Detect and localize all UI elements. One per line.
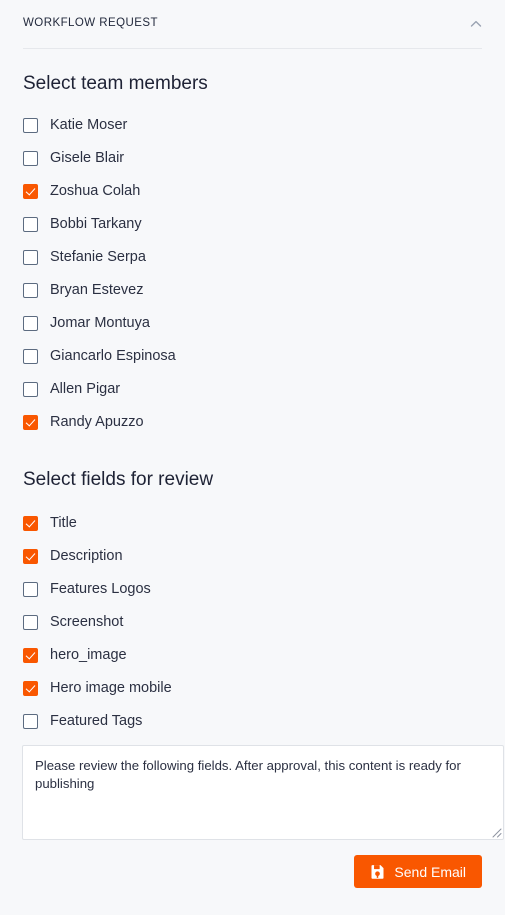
checkbox-unchecked-icon[interactable] — [23, 315, 38, 331]
checkbox-checked-icon[interactable] — [23, 680, 38, 696]
checkbox-checked-icon[interactable] — [23, 647, 38, 663]
team-member-row[interactable]: Zoshua Colah — [23, 175, 482, 208]
checkbox-unchecked-icon[interactable] — [23, 713, 38, 729]
save-icon — [370, 864, 385, 879]
team-member-row[interactable]: Stefanie Serpa — [23, 241, 482, 274]
chevron-up-icon — [469, 17, 483, 31]
checkbox-unchecked-icon[interactable] — [23, 150, 38, 166]
team-member-label: Allen Pigar — [50, 381, 121, 398]
review-field-label: Title — [50, 514, 77, 531]
team-member-row[interactable]: Bryan Estevez — [23, 274, 482, 307]
checkbox-unchecked-icon[interactable] — [23, 282, 38, 298]
checkbox-unchecked-icon[interactable] — [23, 581, 38, 597]
review-field-row[interactable]: Title — [23, 507, 482, 540]
review-field-row[interactable]: Features Logos — [23, 573, 482, 606]
checkbox-checked-icon[interactable] — [23, 414, 38, 430]
send-email-label: Send Email — [394, 863, 466, 880]
team-member-label: Jomar Montuya — [50, 315, 150, 332]
team-member-label: Zoshua Colah — [50, 183, 141, 200]
panel-body: Select team members Katie Moser Gisele Bl… — [0, 73, 505, 771]
team-member-label: Bryan Estevez — [50, 282, 144, 299]
message-input[interactable] — [22, 745, 504, 840]
panel-header: WORKFLOW REQUEST — [0, 0, 505, 48]
checkbox-unchecked-icon[interactable] — [23, 216, 38, 232]
review-field-row[interactable]: Hero image mobile — [23, 672, 482, 705]
team-member-label: Giancarlo Espinosa — [50, 348, 176, 365]
checkbox-unchecked-icon[interactable] — [23, 117, 38, 133]
team-member-row[interactable]: Bobbi Tarkany — [23, 208, 482, 241]
checkbox-unchecked-icon[interactable] — [23, 348, 38, 364]
team-member-row[interactable]: Gisele Blair — [23, 142, 482, 175]
team-member-label: Gisele Blair — [50, 150, 125, 167]
team-member-row[interactable]: Giancarlo Espinosa — [23, 340, 482, 373]
review-field-label: Hero image mobile — [50, 679, 172, 696]
checkbox-unchecked-icon[interactable] — [23, 614, 38, 630]
header-divider — [23, 48, 482, 49]
checkbox-checked-icon[interactable] — [23, 183, 38, 199]
review-field-label: hero_image — [50, 646, 127, 663]
review-field-label: Featured Tags — [50, 712, 143, 729]
review-field-label: Screenshot — [50, 613, 124, 630]
fields-section-heading: Select fields for review — [23, 468, 214, 490]
checkbox-unchecked-icon[interactable] — [23, 381, 38, 397]
team-member-label: Randy Apuzzo — [50, 414, 144, 431]
team-member-row[interactable]: Randy Apuzzo — [23, 406, 482, 439]
team-member-row[interactable]: Allen Pigar — [23, 373, 482, 406]
review-field-label: Features Logos — [50, 580, 151, 597]
team-section-heading: Select team members — [23, 73, 208, 94]
team-member-label: Stefanie Serpa — [50, 249, 146, 266]
review-field-row[interactable]: Featured Tags — [23, 705, 482, 738]
review-fields-list: Title Description Features Logos Screenshot… — [23, 507, 482, 771]
checkbox-checked-icon[interactable] — [23, 548, 38, 564]
panel-footer: Send Email — [0, 855, 505, 888]
team-member-label: Bobbi Tarkany — [50, 216, 142, 233]
checkbox-unchecked-icon[interactable] — [23, 249, 38, 265]
checkbox-checked-icon[interactable] — [23, 515, 38, 531]
send-email-button[interactable]: Send Email — [354, 855, 482, 888]
team-member-list: Katie Moser Gisele Blair Zoshua Colah Bobbi… — [23, 109, 482, 439]
review-field-row[interactable]: Description — [23, 540, 482, 573]
team-member-row[interactable]: Katie Moser — [23, 109, 482, 142]
review-field-row[interactable]: Screenshot — [23, 606, 482, 639]
collapse-panel-button[interactable] — [463, 11, 489, 37]
review-field-label: Description — [50, 547, 123, 564]
workflow-request-panel: WORKFLOW REQUEST Select team members Kat… — [0, 0, 505, 915]
team-member-label: Katie Moser — [50, 117, 128, 134]
team-member-row[interactable]: Jomar Montuya — [23, 307, 482, 340]
message-field-wrapper — [22, 745, 504, 840]
review-field-row[interactable]: hero_image — [23, 639, 482, 672]
page-title: WORKFLOW REQUEST — [23, 17, 158, 30]
